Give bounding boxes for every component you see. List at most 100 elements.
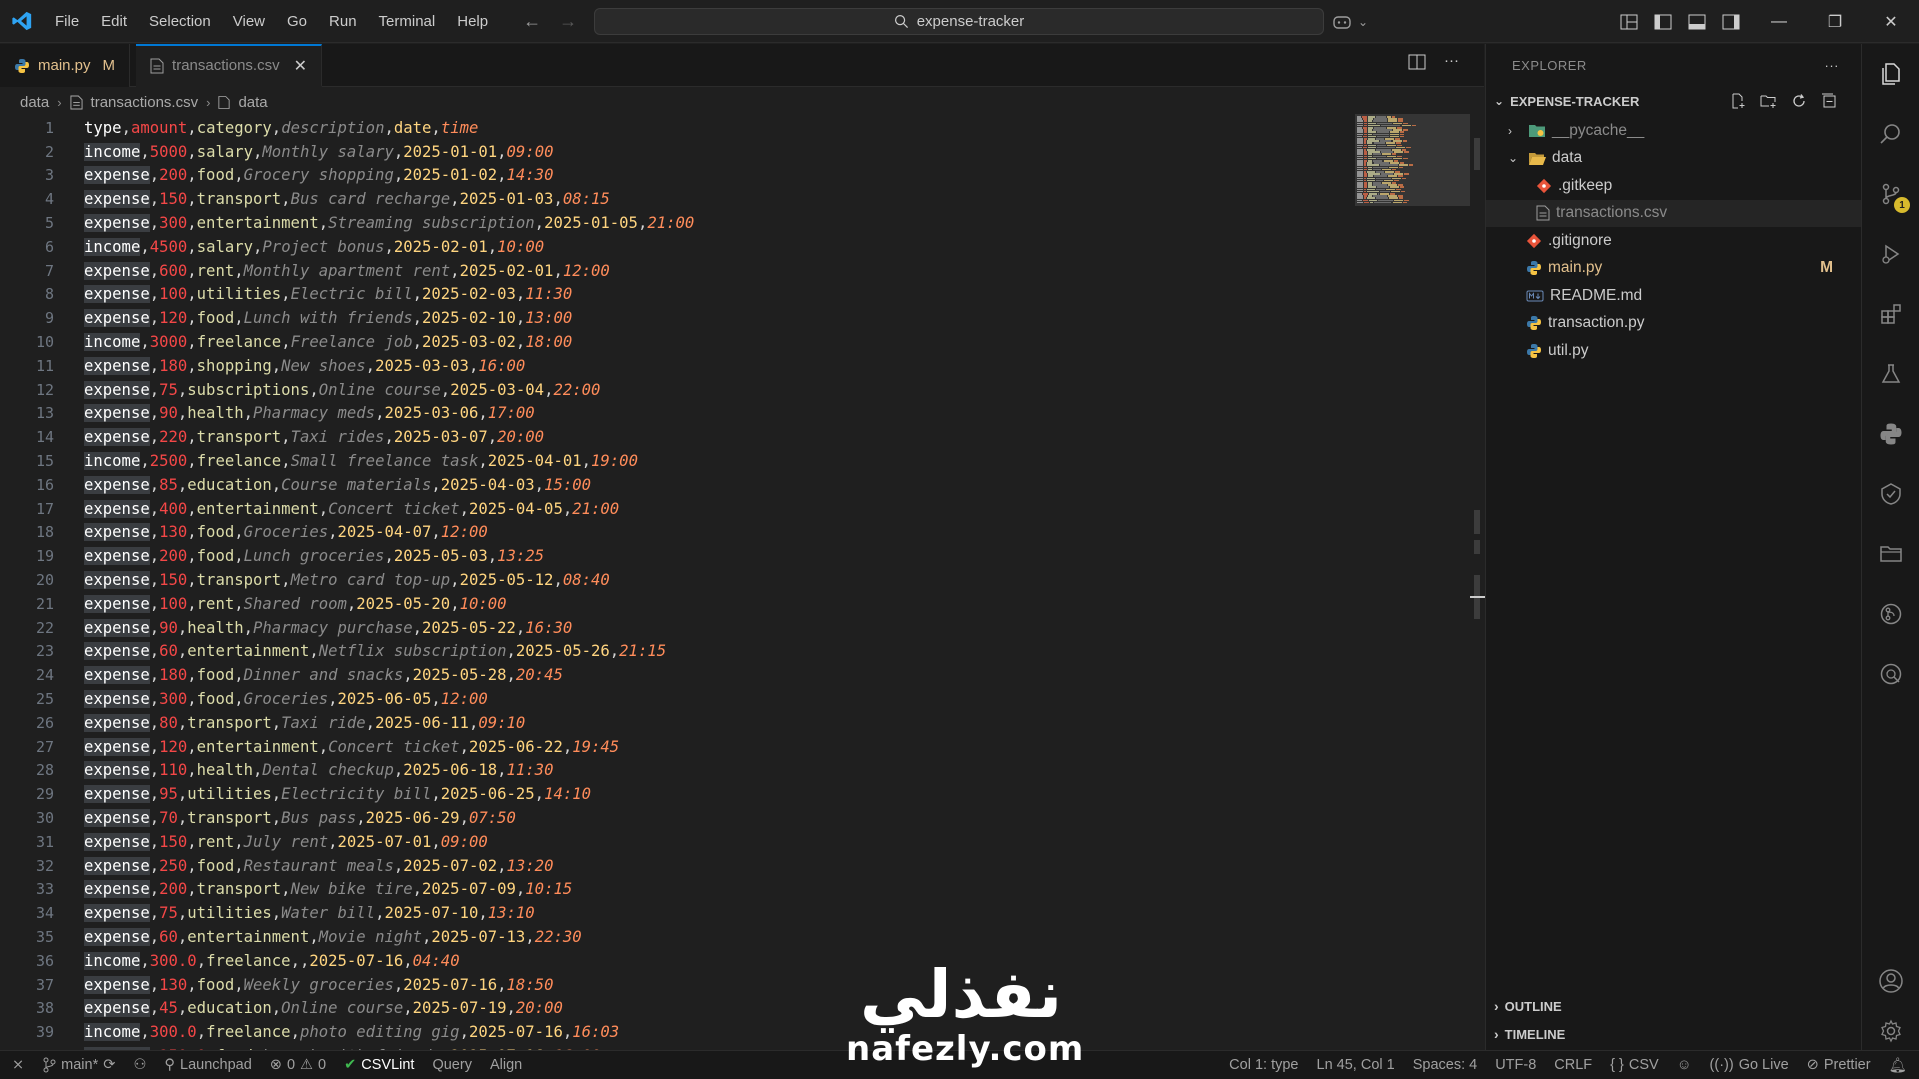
code-line[interactable]: 6 income,4500,salary,Project bonus,2025-0… [0, 235, 1470, 259]
minimap-slider[interactable] [1355, 114, 1470, 206]
prettier-status[interactable]: ⊘ Prettier [1798, 1057, 1880, 1073]
code-line[interactable]: 3 expense,200,food,Grocery shopping,2025-… [0, 164, 1470, 188]
notifications-bell[interactable]: 🔔︎ [1880, 1057, 1919, 1074]
project-manager-icon[interactable] [1862, 529, 1919, 579]
column-indicator[interactable]: Col 1: type [1220, 1057, 1307, 1073]
restore-icon[interactable]: ❐ [1807, 0, 1863, 43]
code-line[interactable]: 13 expense,90,health,Pharmacy meds,2025-0… [0, 402, 1470, 426]
breadcrumb-file[interactable]: transactions.csv [91, 94, 199, 111]
copilot-menu[interactable]: ⌄ [1332, 8, 1402, 35]
forward-arrow-icon[interactable]: → [559, 11, 577, 32]
tree-file-util-py[interactable]: util.py [1486, 337, 1861, 365]
run-debug-icon[interactable] [1862, 229, 1919, 279]
collapse-all-icon[interactable] [1821, 93, 1837, 109]
tree-file-gitkeep[interactable]: .gitkeep [1486, 172, 1861, 200]
code-line[interactable]: 30 expense,70,transport,Bus pass,2025-06-… [0, 806, 1470, 830]
breadcrumb-folder[interactable]: data [20, 94, 49, 111]
tree-file-main-py[interactable]: main.py M [1486, 255, 1861, 283]
code-line[interactable]: 36 income,300.0,freelance,,2025-07-16,04:… [0, 949, 1470, 973]
tree-folder-pycache[interactable]: › __pycache__ [1486, 117, 1861, 145]
line-ending[interactable]: CRLF [1545, 1057, 1601, 1073]
menu-go[interactable]: Go [276, 0, 318, 43]
code-line[interactable]: 33 expense,200,transport,New bike tire,20… [0, 878, 1470, 902]
code-line[interactable]: 2 income,5000,salary,Monthly salary,2025-… [0, 140, 1470, 164]
customize-layout-icon[interactable] [1620, 14, 1638, 30]
menu-selection[interactable]: Selection [138, 0, 222, 43]
code-line[interactable]: 7 expense,600,rent,Monthly apartment rent… [0, 259, 1470, 283]
code-line[interactable]: 10 income,3000,freelance,Freelance job,20… [0, 330, 1470, 354]
menu-help[interactable]: Help [446, 0, 499, 43]
new-folder-icon[interactable] [1760, 93, 1777, 109]
explorer-icon[interactable] [1862, 49, 1919, 99]
close-window-icon[interactable]: ✕ [1863, 0, 1919, 43]
code-line[interactable]: 16 expense,85,education,Course materials,… [0, 473, 1470, 497]
gitlens-icon[interactable] [1862, 589, 1919, 639]
code-line[interactable]: 22 expense,90,health,Pharmacy purchase,20… [0, 616, 1470, 640]
code-line[interactable]: 19 expense,200,food,Lunch groceries,2025-… [0, 544, 1470, 568]
cursor-position[interactable]: Ln 45, Col 1 [1308, 1057, 1404, 1073]
toggle-panel-icon[interactable] [1688, 14, 1706, 30]
testing-flask-icon[interactable] [1862, 349, 1919, 399]
tree-file-readme[interactable]: README.md [1486, 282, 1861, 310]
refresh-icon[interactable] [1791, 93, 1807, 109]
sync-icon[interactable]: ⟳ [103, 1057, 115, 1073]
command-center-search[interactable]: expense-tracker [594, 8, 1324, 35]
project-section-header[interactable]: ⌄ EXPENSE-TRACKER [1486, 89, 1861, 113]
new-file-icon[interactable] [1730, 93, 1746, 109]
outline-section-header[interactable]: › OUTLINE [1486, 992, 1862, 1020]
close-tab-icon[interactable]: ✕ [294, 56, 307, 76]
menu-edit[interactable]: Edit [90, 0, 138, 43]
code-line[interactable]: 18 expense,130,food,Groceries,2025-04-07,… [0, 521, 1470, 545]
code-line[interactable]: 15 income,2500,freelance,Small freelance … [0, 449, 1470, 473]
code-line[interactable]: 31 expense,150,rent,July rent,2025-07-01,… [0, 830, 1470, 854]
tab-main-py[interactable]: main.py M [0, 44, 131, 87]
gitlens-status[interactable]: ⚇ [124, 1057, 155, 1073]
query-button[interactable]: Query [423, 1057, 481, 1073]
code-line[interactable]: 39 income,300.0,freelance,photo editing g… [0, 1020, 1470, 1044]
tree-folder-data[interactable]: ⌄ data [1486, 145, 1861, 173]
code-line[interactable]: 34 expense,75,utilities,Water bill,2025-0… [0, 901, 1470, 925]
branch-indicator[interactable]: main* ⟳ [33, 1057, 124, 1073]
launchpad-status[interactable]: ⚲ Launchpad [155, 1057, 260, 1073]
breadcrumb-symbol[interactable]: data [238, 94, 267, 111]
encoding[interactable]: UTF-8 [1486, 1057, 1545, 1073]
checklist-icon[interactable] [1862, 469, 1919, 519]
back-arrow-icon[interactable]: ← [523, 11, 541, 32]
code-line[interactable]: 11 expense,180,shopping,New shoes,2025-03… [0, 354, 1470, 378]
code-line[interactable]: 35 expense,60,entertainment,Movie night,2… [0, 925, 1470, 949]
menu-view[interactable]: View [222, 0, 276, 43]
timeline-section-header[interactable]: › TIMELINE [1486, 1020, 1862, 1048]
menu-file[interactable]: File [44, 0, 90, 43]
code-line[interactable]: 12 expense,75,subscriptions,Online course… [0, 378, 1470, 402]
code-line[interactable]: 29 expense,95,utilities,Electricity bill,… [0, 782, 1470, 806]
code-line[interactable]: 14 expense,220,transport,Taxi rides,2025-… [0, 425, 1470, 449]
tab-transactions-csv[interactable]: transactions.csv ✕ [136, 44, 323, 87]
code-line[interactable]: 8 expense,100,utilities,Electric bill,202… [0, 283, 1470, 307]
code-line[interactable]: 17 expense,400,entertainment,Concert tick… [0, 497, 1470, 521]
code-line[interactable]: 5 expense,300,entertainment,Streaming sub… [0, 211, 1470, 235]
problems-status[interactable]: ⊗ 0 ⚠ 0 [261, 1057, 335, 1073]
remote-explorer-icon[interactable] [1862, 649, 1919, 699]
language-mode[interactable]: { } CSV [1601, 1057, 1668, 1073]
python-extension-icon[interactable] [1862, 409, 1919, 459]
csvlint-status[interactable]: ✔ CSVLint [335, 1057, 423, 1073]
go-live-button[interactable]: ((·)) Go Live [1701, 1057, 1798, 1073]
tree-file-transaction-py[interactable]: transaction.py [1486, 310, 1861, 338]
copilot-status[interactable]: ☺ [1668, 1057, 1701, 1073]
menu-terminal[interactable]: Terminal [368, 0, 447, 43]
toggle-secondary-sidebar-icon[interactable] [1722, 14, 1740, 30]
extensions-icon[interactable] [1862, 289, 1919, 339]
align-button[interactable]: Align [481, 1057, 531, 1073]
remote-indicator[interactable]: ⨯ [0, 1057, 33, 1073]
settings-gear-icon[interactable] [1862, 1006, 1919, 1056]
tree-file-gitignore[interactable]: .gitignore [1486, 227, 1861, 255]
split-editor-icon[interactable] [1408, 54, 1426, 70]
menu-run[interactable]: Run [318, 0, 368, 43]
code-line[interactable]: 24 expense,180,food,Dinner and snacks,202… [0, 663, 1470, 687]
code-line[interactable]: 26 expense,80,transport,Taxi ride,2025-06… [0, 711, 1470, 735]
code-line[interactable]: 1 type,amount,category,description,date,t… [0, 116, 1470, 140]
more-actions-icon[interactable]: ··· [1444, 53, 1459, 70]
source-control-icon[interactable]: 1 [1862, 169, 1919, 219]
code-line[interactable]: 27 expense,120,entertainment,Concert tick… [0, 735, 1470, 759]
code-line[interactable]: 37 expense,130,food,Weekly groceries,2025… [0, 973, 1470, 997]
